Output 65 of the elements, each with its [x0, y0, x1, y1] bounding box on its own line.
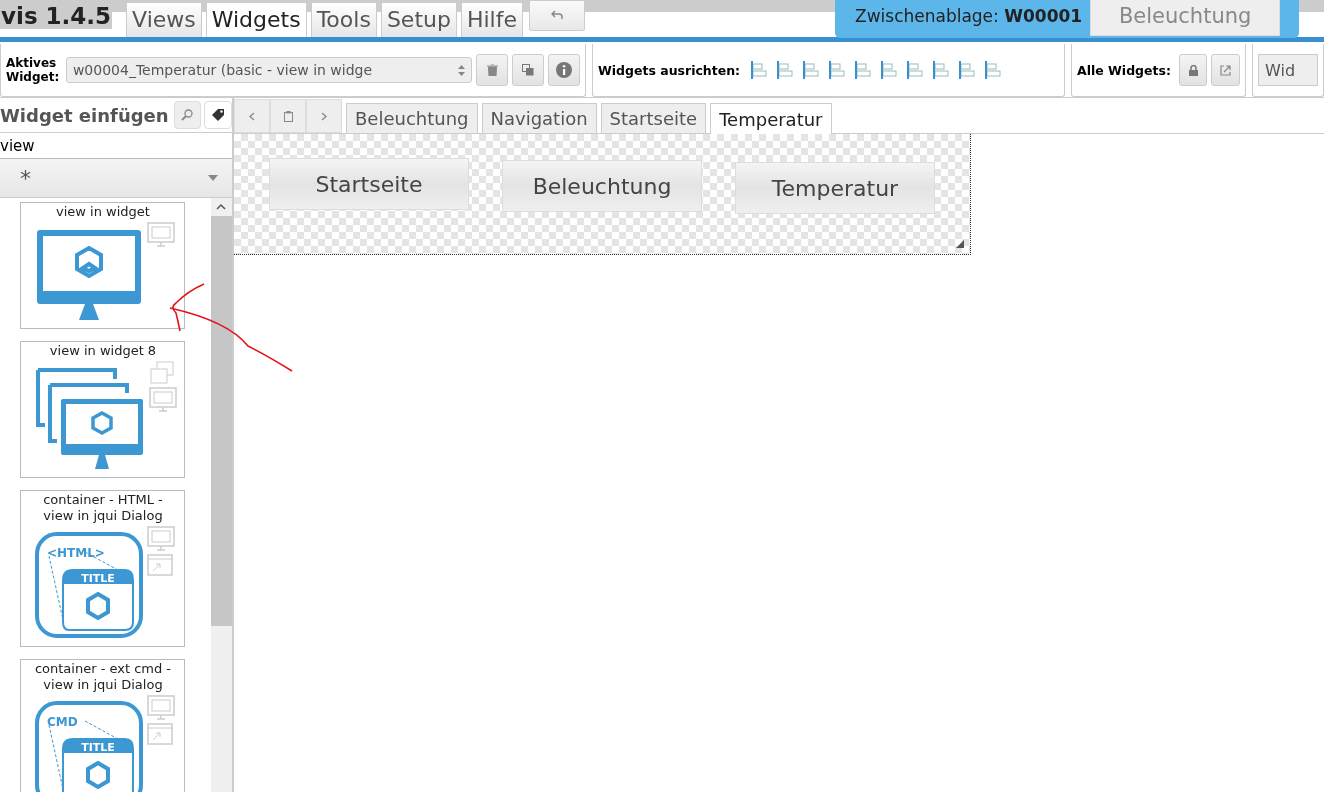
view-tab[interactable]: Navigation	[481, 103, 597, 133]
dialog-icon: <HTML> TITLE	[35, 532, 143, 638]
clipboard-button[interactable]	[270, 99, 306, 133]
monitor-stack-icon	[35, 367, 145, 469]
monitor-icon	[147, 222, 175, 248]
menu-tab[interactable]: Tools	[310, 2, 377, 37]
monitor-icon	[147, 526, 175, 552]
widget-title: container - HTML - view in jqui Dialog	[42, 492, 164, 524]
toolbar-button[interactable]: Wid	[1258, 54, 1318, 86]
widget-card[interactable]: view in widget	[20, 202, 185, 329]
info-button[interactable]	[548, 54, 580, 86]
navigation-button[interactable]: Temperatur	[735, 162, 935, 214]
tag-button[interactable]	[204, 101, 232, 129]
clipboard-icon	[283, 110, 293, 122]
view-tab[interactable]: Temperatur	[710, 103, 832, 134]
navigation-button[interactable]: Beleuchtung	[502, 160, 702, 212]
external-link-icon	[1220, 64, 1232, 76]
widget-set-select[interactable]: *	[0, 159, 232, 198]
align-label: Widgets ausrichten:	[598, 62, 741, 78]
widget-title: view in widget	[55, 204, 151, 220]
monitor-icon	[149, 387, 177, 413]
menu-tab[interactable]: Views	[126, 2, 202, 37]
popup-window-icon	[147, 554, 173, 576]
widget-card[interactable]: container - ext cmd - view in jqui Dialog CMD TITLE	[20, 659, 185, 792]
info-icon	[556, 62, 572, 78]
panel-title: Widget einfügen	[0, 104, 169, 126]
tag-icon	[211, 109, 225, 121]
copy-button[interactable]	[512, 54, 545, 86]
app-title: vis 1.4.5	[0, 3, 113, 29]
updown-caret-icon	[458, 64, 466, 76]
view-tab[interactable]: Startseite	[600, 103, 707, 133]
delete-button[interactable]	[476, 54, 509, 86]
external-link-button[interactable]	[1211, 54, 1240, 86]
dialog-icon: CMD TITLE	[35, 701, 143, 792]
view-tab[interactable]: Beleuchtung	[346, 103, 478, 133]
undo-button[interactable]	[529, 0, 585, 31]
clipboard-text: Zwischenablage: W00001	[855, 6, 1083, 26]
scroll-up-icon[interactable]	[216, 203, 226, 210]
copy-icon	[522, 64, 535, 76]
filter-input[interactable]: view	[0, 132, 232, 159]
widget-title: view in widget 8	[48, 343, 158, 359]
widget-card[interactable]: view in widget 8	[20, 341, 185, 478]
chevron-left-icon	[249, 111, 255, 121]
scrollbar[interactable]	[211, 198, 232, 792]
monitor-cube-icon	[35, 228, 143, 320]
menu-tab[interactable]: Hilfe	[460, 2, 523, 37]
caret-icon	[208, 175, 218, 181]
menu-tab[interactable]: Setup	[380, 2, 457, 37]
chevron-right-icon	[321, 111, 327, 121]
menu-tab[interactable]: Widgets	[205, 2, 307, 37]
all-widgets-label: Alle Widgets:	[1077, 62, 1171, 78]
monitor-icon	[147, 695, 175, 721]
resize-handle-icon[interactable]	[956, 240, 964, 248]
trash-icon	[486, 64, 498, 76]
widget-title: container - ext cmd - view in jqui Dialog	[33, 661, 173, 693]
active-widget-select[interactable]: w00004_Temperatur (basic - view in widge	[65, 57, 473, 83]
popup-window-icon	[147, 723, 173, 745]
lock-icon	[1188, 64, 1198, 76]
widget-card[interactable]: container - HTML - view in jqui Dialog <HTML> TITLE	[20, 490, 185, 647]
search-icon	[181, 109, 194, 121]
navigation-button[interactable]: Startseite	[269, 158, 469, 210]
active-widget-label: Aktives Widget:	[6, 56, 61, 84]
lock-button[interactable]	[1178, 54, 1208, 86]
undo-icon	[551, 10, 563, 20]
windows-icon	[149, 361, 175, 385]
